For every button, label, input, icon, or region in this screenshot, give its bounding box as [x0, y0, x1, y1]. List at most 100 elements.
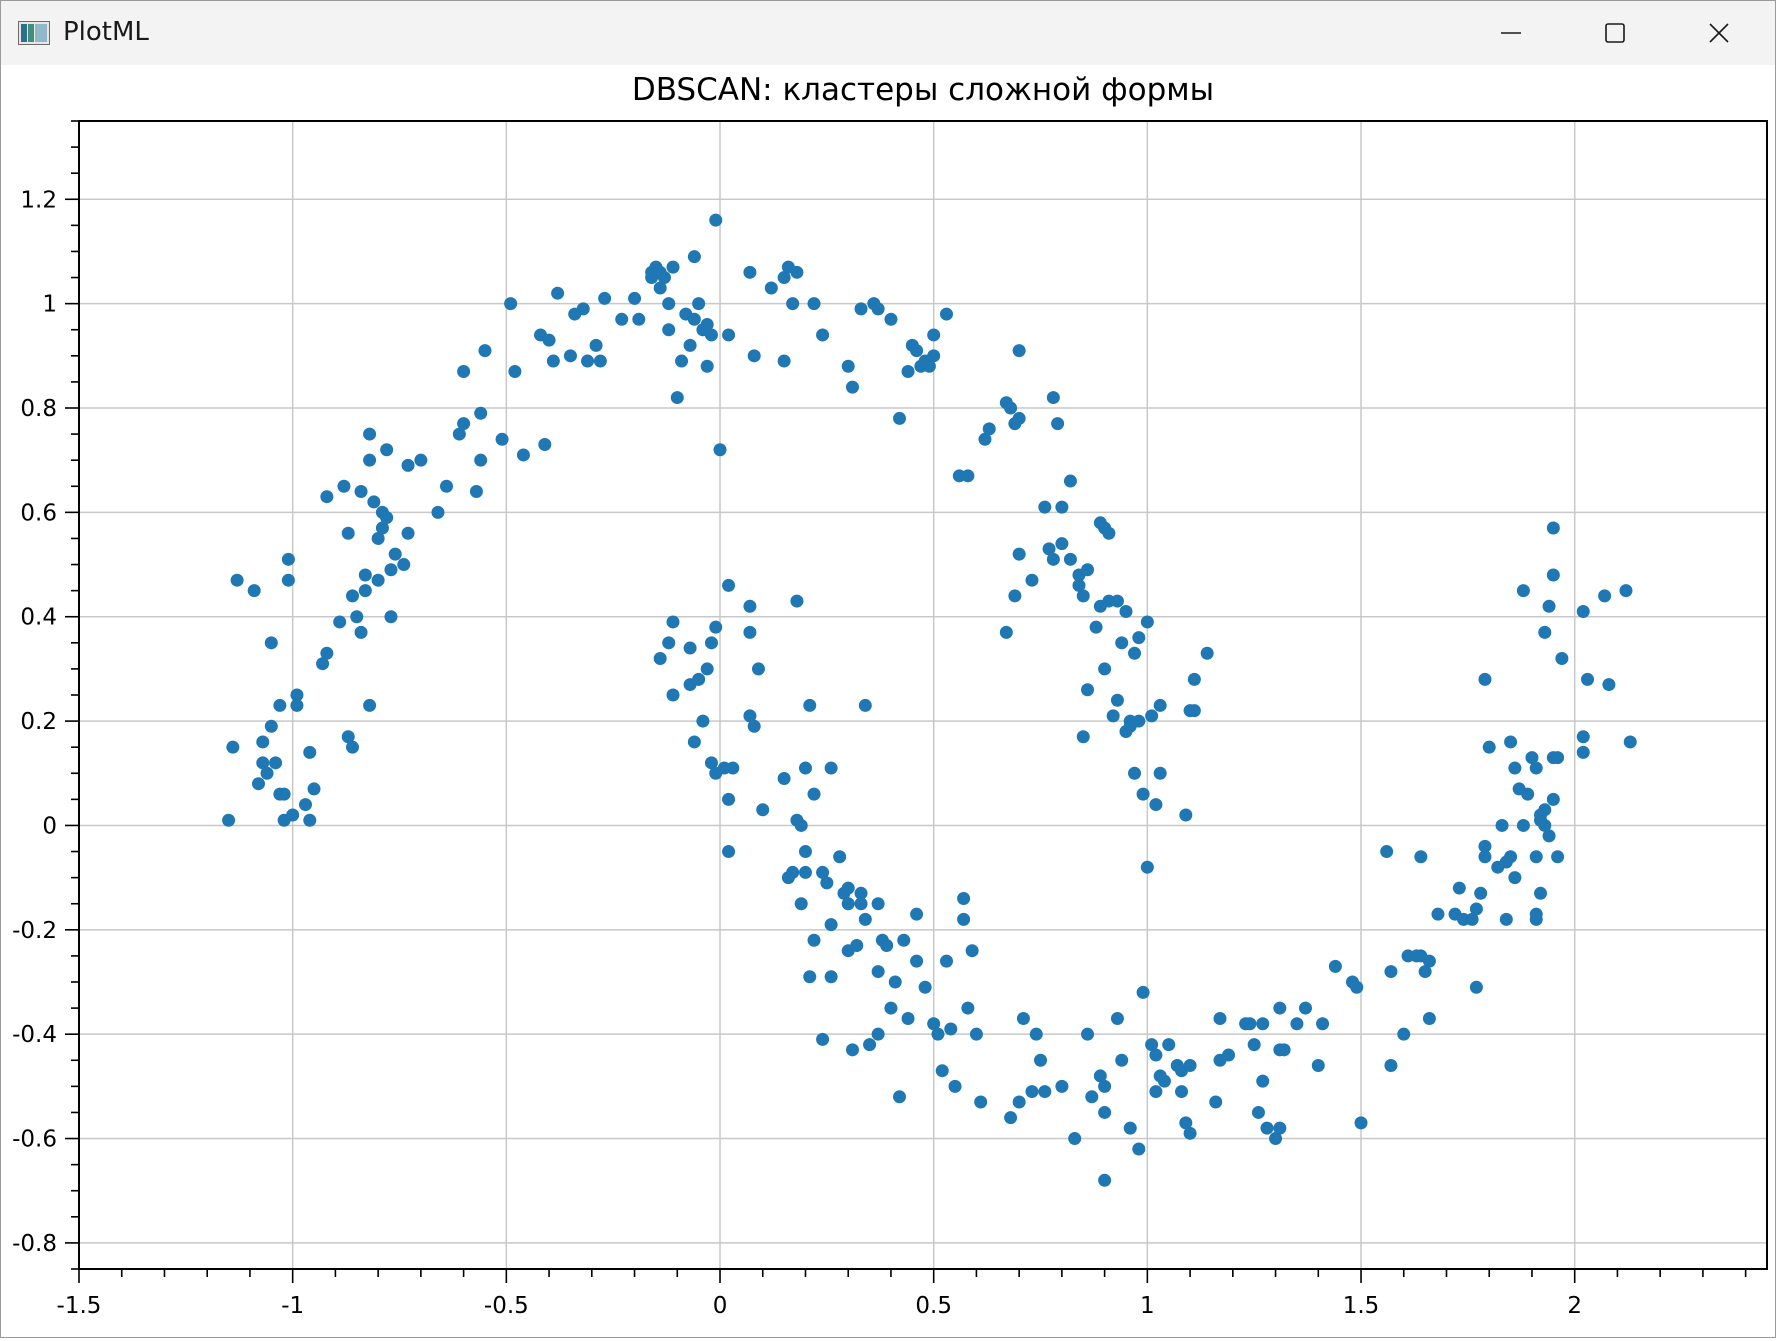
data-point — [884, 312, 898, 326]
data-point — [1098, 662, 1112, 676]
data-point — [632, 312, 646, 326]
data-point — [1495, 818, 1509, 832]
data-point — [1546, 521, 1560, 535]
data-point — [1157, 1074, 1171, 1088]
data-point — [863, 1038, 877, 1052]
data-point — [1273, 1001, 1287, 1015]
data-point — [1474, 886, 1488, 900]
data-point — [743, 265, 757, 279]
data-point — [303, 745, 317, 759]
data-point — [363, 427, 377, 441]
data-point — [1183, 1126, 1197, 1140]
data-point — [1016, 1012, 1030, 1026]
minimize-button[interactable] — [1459, 1, 1563, 65]
data-point — [747, 719, 761, 733]
data-point — [1534, 886, 1548, 900]
data-point — [1469, 902, 1483, 916]
data-point — [1482, 740, 1496, 754]
data-point — [1414, 850, 1428, 864]
title-bar[interactable]: PlotML — [1, 1, 1775, 65]
data-point — [273, 698, 287, 712]
data-point — [704, 328, 718, 342]
data-point — [516, 448, 530, 462]
data-point — [1452, 881, 1466, 895]
data-point — [1576, 730, 1590, 744]
data-point — [666, 260, 680, 274]
data-point — [1140, 860, 1154, 874]
data-point — [751, 662, 765, 676]
data-point — [1516, 818, 1530, 832]
data-point — [1380, 845, 1394, 859]
y-tick-label: 1.2 — [20, 187, 57, 213]
data-point — [666, 688, 680, 702]
data-point — [1576, 605, 1590, 619]
data-point — [1538, 803, 1552, 817]
data-point — [722, 792, 736, 806]
data-point — [1247, 1038, 1261, 1052]
data-point — [880, 938, 894, 952]
data-point — [1063, 474, 1077, 488]
data-point — [901, 1012, 915, 1026]
data-point — [358, 584, 372, 598]
data-point — [504, 297, 518, 311]
data-point — [256, 735, 270, 749]
data-point — [1081, 563, 1095, 577]
chart-title: DBSCAN: кластеры сложной формы — [632, 72, 1214, 108]
data-point — [743, 625, 757, 639]
data-point — [354, 484, 368, 498]
data-point — [1136, 787, 1150, 801]
data-point — [298, 798, 312, 812]
data-point — [1055, 537, 1069, 551]
data-point — [1153, 698, 1167, 712]
data-point — [1256, 1074, 1270, 1088]
data-point — [1431, 907, 1445, 921]
data-point — [743, 599, 757, 613]
data-point — [1034, 1053, 1048, 1067]
data-point — [790, 265, 804, 279]
data-point — [884, 1001, 898, 1015]
data-point — [687, 735, 701, 749]
data-point — [790, 594, 804, 608]
maximize-button[interactable] — [1563, 1, 1667, 65]
data-point — [337, 479, 351, 493]
data-point — [662, 636, 676, 650]
data-point — [1542, 829, 1556, 843]
y-tick-label: 1 — [42, 292, 57, 318]
data-point — [777, 354, 791, 368]
data-point — [841, 897, 855, 911]
y-tick-label: -0.6 — [12, 1127, 57, 1153]
data-point — [345, 740, 359, 754]
data-point — [854, 302, 868, 316]
y-tick-label: 0 — [42, 813, 57, 839]
data-point — [1256, 1017, 1270, 1031]
data-point — [1029, 1027, 1043, 1041]
data-point — [1085, 1090, 1099, 1104]
data-point — [803, 698, 817, 712]
close-button[interactable] — [1667, 1, 1771, 65]
minimize-icon — [1501, 32, 1521, 34]
data-point — [589, 338, 603, 352]
data-point — [414, 453, 428, 467]
data-point — [1273, 1121, 1287, 1135]
data-point — [918, 980, 932, 994]
window-title: PlotML — [63, 17, 149, 47]
data-point — [687, 250, 701, 264]
y-tick-label: 0.4 — [20, 605, 57, 631]
data-point — [1529, 907, 1543, 921]
data-point — [1046, 391, 1060, 405]
data-point — [1063, 552, 1077, 566]
data-point — [593, 354, 607, 368]
data-point — [845, 380, 859, 394]
data-point — [1478, 839, 1492, 853]
data-point — [692, 672, 706, 686]
data-point — [892, 411, 906, 425]
data-point — [1200, 646, 1214, 660]
data-point — [1128, 646, 1142, 660]
data-point — [1277, 1043, 1291, 1057]
data-point — [1581, 672, 1595, 686]
data-point — [816, 328, 830, 342]
data-point — [551, 286, 565, 300]
data-point — [307, 782, 321, 796]
data-point — [974, 1095, 988, 1109]
data-point — [931, 1027, 945, 1041]
